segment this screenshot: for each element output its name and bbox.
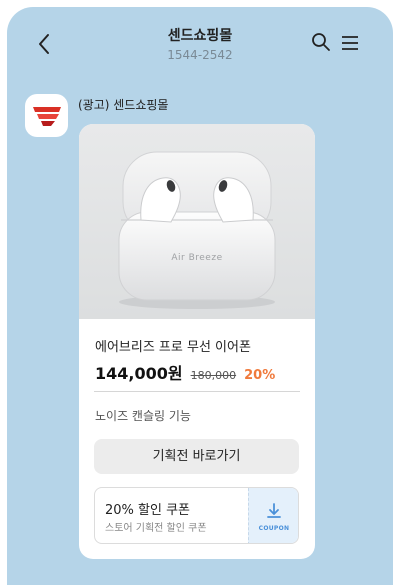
promotion-button[interactable]: 기획전 바로가기 (94, 439, 299, 474)
coupon-badge-label: COUPON (258, 525, 290, 532)
coupon-card[interactable]: 20% 할인 쿠폰 스토어 기획전 할인 쿠폰 COUPON (94, 487, 299, 544)
product-image[interactable]: Air Breeze (79, 124, 315, 319)
sender-avatar[interactable] (25, 94, 68, 137)
divider (94, 391, 300, 392)
discount-rate: 20% (244, 368, 276, 383)
price-row: 144,000원 180,000 20% (95, 360, 275, 384)
search-icon (312, 33, 330, 51)
earbuds-illustration: Air Breeze (118, 151, 276, 309)
phone-number: 1544-2542 (167, 48, 233, 62)
search-button[interactable] (311, 32, 331, 52)
page-title: 센드쇼핑몰 (167, 28, 233, 44)
coupon-title: 20% 할인 쿠폰 (105, 503, 190, 518)
download-icon (267, 503, 281, 518)
message-card: Air Breeze 에어브리즈 프로 무선 이어폰 144,000원 180,… (79, 124, 315, 559)
coupon-description: 스토어 기획전 할인 쿠폰 (105, 523, 207, 534)
product-feature: 노이즈 캔슬링 기능 (95, 409, 191, 423)
header-title-group: 센드쇼핑몰 1544-2542 (7, 27, 393, 63)
brand-logo-icon (32, 106, 61, 126)
original-price: 180,000 (190, 369, 237, 382)
coupon-download-button[interactable]: COUPON (248, 488, 298, 543)
product-name: 에어브리즈 프로 무선 이어폰 (95, 340, 251, 355)
chat-header: 센드쇼핑몰 1544-2542 (7, 7, 393, 69)
sender-name: (광고) 센드쇼핑몰 (78, 98, 169, 112)
menu-icon (342, 36, 358, 50)
phone-screen: 센드쇼핑몰 1544-2542 (광고) 센드쇼핑몰 Air Breeze 에어… (7, 7, 393, 585)
sale-price: 144,000원 (95, 364, 183, 383)
image-brand-text: Air Breeze (171, 253, 222, 263)
menu-button[interactable] (340, 34, 360, 52)
